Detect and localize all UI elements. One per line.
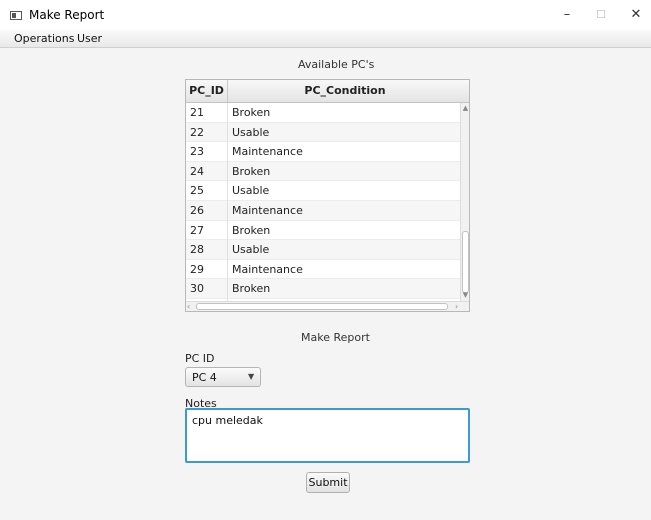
cell-pc-id: 25 [190, 184, 204, 198]
column-header-pc-id[interactable]: PC_ID [186, 80, 228, 102]
pc-id-select[interactable]: PC 4 ▼ [185, 367, 261, 387]
cell-pc-condition: Broken [232, 106, 271, 119]
cell-pc-id: 23 [190, 145, 204, 159]
table-header: PC_ID PC_Condition [186, 80, 469, 103]
pc-table[interactable]: PC_ID PC_Condition 21 Broken 22 Usable 2… [185, 79, 470, 312]
vertical-scrollbar[interactable]: ▲ ▼ [460, 103, 469, 301]
chevron-down-icon: ▼ [248, 372, 255, 381]
app-window-icon [10, 11, 22, 20]
menu-user[interactable]: User [77, 32, 102, 45]
column-header-pc-condition[interactable]: PC_Condition [228, 80, 462, 102]
scroll-left-icon[interactable]: ‹ [187, 302, 190, 311]
cell-pc-condition: Maintenance [232, 204, 303, 217]
cell-pc-id: 30 [190, 282, 204, 296]
menu-bar: Operations User [0, 30, 651, 48]
menu-operations[interactable]: Operations [14, 32, 74, 45]
notes-textarea[interactable]: cpu meledak [185, 408, 470, 463]
cell-pc-condition: Broken [232, 282, 271, 296]
cell-pc-id: 22 [190, 125, 204, 139]
cell-pc-condition: Usable [232, 243, 270, 257]
available-pcs-label: Available PC's [298, 58, 375, 71]
cell-pc-id: 27 [190, 223, 204, 237]
cell-pc-condition: Broken [232, 223, 271, 237]
pc-id-selected-value: PC 4 [192, 371, 217, 384]
cell-pc-id: 26 [190, 204, 204, 217]
close-button[interactable]: ✕ [619, 0, 651, 30]
submit-button[interactable]: Submit [306, 472, 350, 493]
window-title: Make Report [29, 8, 105, 22]
scroll-down-icon[interactable]: ▼ [462, 291, 469, 299]
pc-id-label: PC ID [185, 352, 215, 365]
cell-pc-id: 29 [190, 262, 204, 276]
scroll-right-icon[interactable]: › [455, 302, 458, 311]
minimize-button[interactable]: – [550, 0, 584, 30]
cell-pc-condition: Usable [232, 125, 270, 139]
horizontal-scroll-thumb[interactable] [196, 303, 448, 310]
column-divider [227, 103, 228, 301]
cell-pc-condition: Maintenance [232, 262, 303, 276]
cell-pc-condition: Maintenance [232, 145, 303, 159]
maximize-button[interactable]: ☐ [584, 0, 618, 30]
title-bar: Make Report – ☐ ✕ [0, 0, 651, 30]
cell-pc-id: 21 [190, 106, 204, 119]
cell-pc-condition: Broken [232, 164, 271, 178]
cell-pc-condition: Usable [232, 184, 270, 198]
horizontal-scrollbar[interactable]: ‹ › [186, 301, 469, 311]
scroll-up-icon[interactable]: ▲ [462, 104, 469, 112]
cell-pc-id: 28 [190, 243, 204, 257]
make-report-title: Make Report [301, 331, 370, 344]
vertical-scroll-thumb[interactable] [462, 231, 469, 293]
cell-pc-id: 24 [190, 164, 204, 178]
